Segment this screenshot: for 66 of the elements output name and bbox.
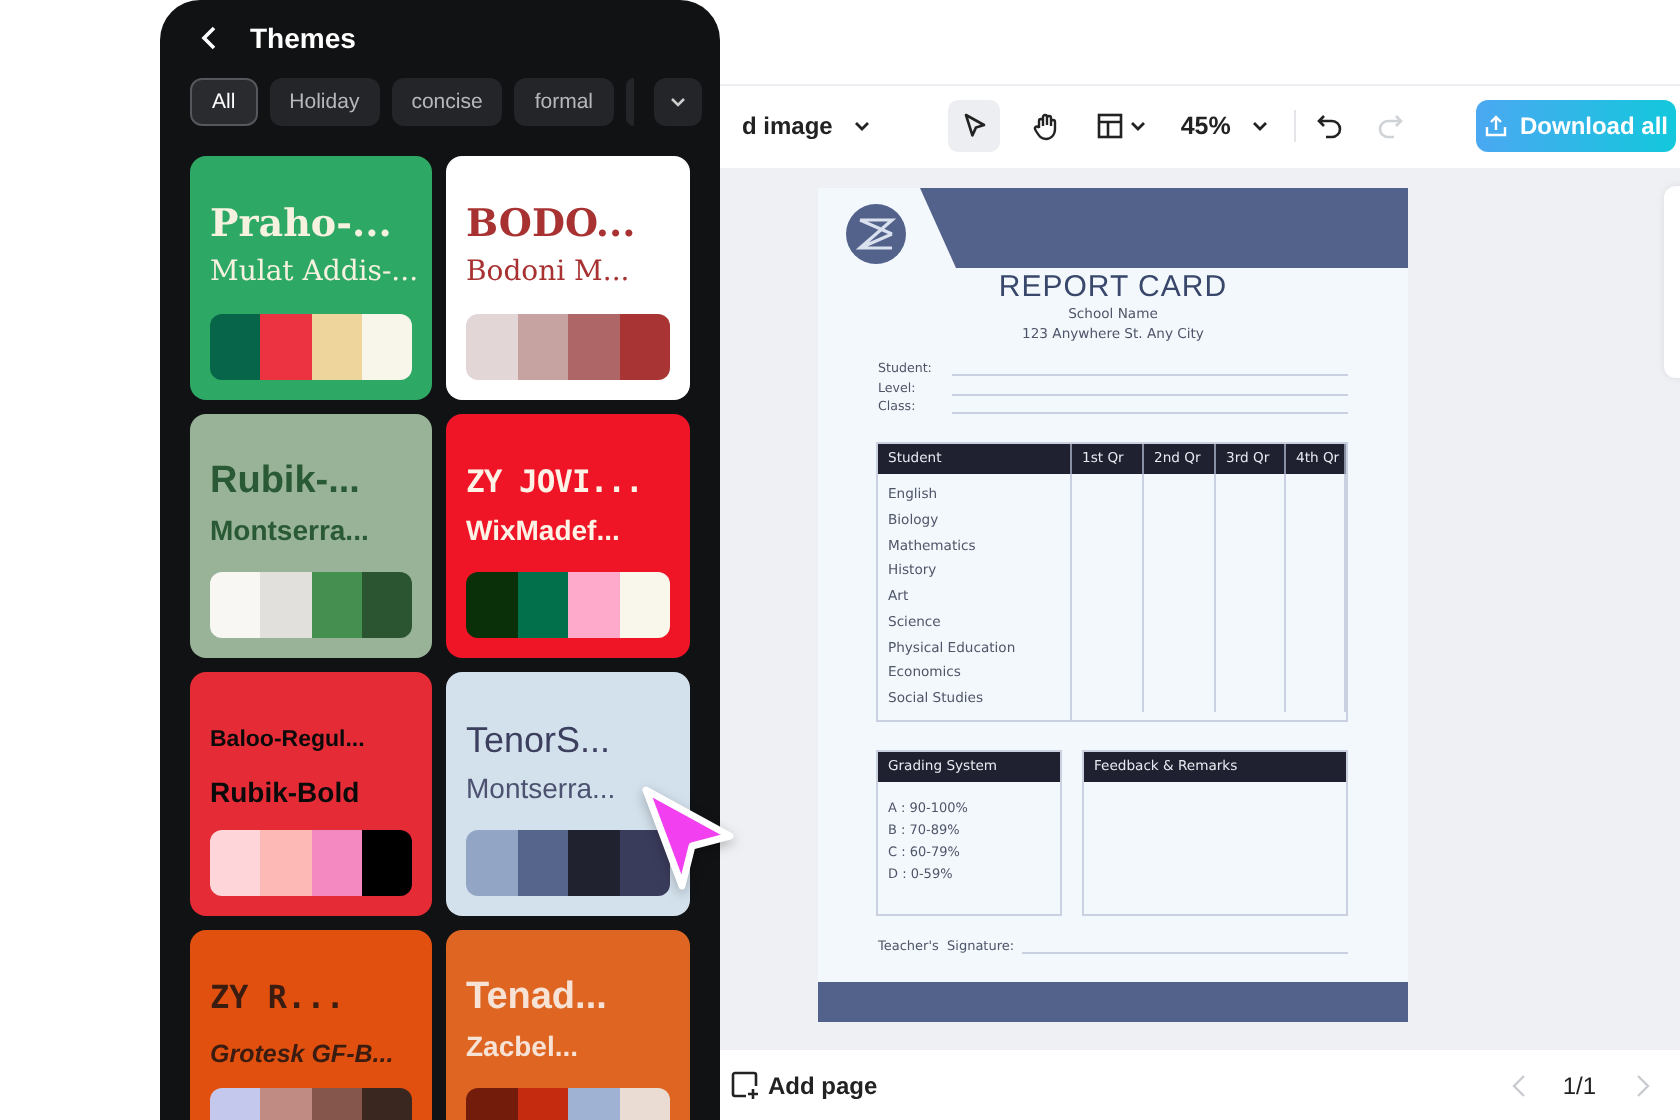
color-swatch[interactable] (466, 314, 517, 380)
color-swatch[interactable] (361, 572, 412, 638)
filter-chip[interactable]: All (190, 78, 258, 126)
theme-font-name: Bodoni M... (466, 254, 632, 292)
filter-chip[interactable]: formal (514, 78, 613, 126)
theme-font-name: Baloo-Regul... (210, 726, 367, 756)
undo-icon[interactable] (1316, 112, 1345, 141)
filter-chip[interactable]: Holiday (269, 78, 380, 126)
theme-font-name: WixMadef... (466, 512, 622, 550)
panel-title: Themes (250, 22, 356, 54)
pointer-tool[interactable] (948, 100, 1001, 153)
upload-icon (1483, 114, 1508, 139)
color-swatch[interactable] (568, 572, 619, 638)
theme-card[interactable]: TenorS... Montserra... (446, 672, 690, 916)
color-swatch[interactable] (619, 314, 670, 380)
previous-page-icon[interactable] (1510, 1073, 1531, 1098)
theme-font-name: ZY R... (210, 976, 347, 1020)
theme-card[interactable]: ZY R... Grotesk GF-B... (190, 930, 432, 1120)
add-page-icon (730, 1070, 760, 1101)
color-swatch[interactable] (260, 314, 311, 380)
zoom-select[interactable]: 45% (1180, 112, 1231, 141)
theme-font-name: ZY JOVI... (466, 462, 645, 504)
theme-font-name: Zacbel... (466, 1028, 581, 1066)
color-swatch[interactable] (466, 572, 517, 638)
color-swatch[interactable] (210, 314, 261, 380)
next-page-icon[interactable] (1632, 1073, 1652, 1098)
theme-card[interactable]: BODO... Bodoni M... (446, 156, 690, 400)
pointer-icon (960, 112, 989, 141)
color-swatch[interactable] (311, 830, 362, 896)
theme-font-name: Rubik-Bold (210, 774, 362, 812)
image-menu[interactable]: d image (742, 112, 833, 141)
theme-font-name: Praho-... (210, 200, 394, 248)
theme-font-name: BODO... (466, 200, 638, 248)
theme-font-name: TenorS... (466, 718, 613, 764)
layout-icon (1096, 112, 1125, 141)
theme-font-name: Grotesk GF-B... (210, 1038, 396, 1072)
color-swatch[interactable] (210, 572, 261, 638)
color-swatch[interactable] (568, 830, 619, 896)
add-page-button[interactable]: Add page (730, 1070, 878, 1101)
color-swatch[interactable] (361, 314, 412, 380)
theme-card[interactable]: ZY JOVI... WixMadef... (446, 414, 690, 658)
theme-font-name: Tenad... (466, 974, 609, 1022)
theme-font-name: Rubik-... (210, 458, 362, 506)
color-swatch[interactable] (311, 572, 362, 638)
theme-card[interactable]: Rubik-... Montserra... (190, 414, 432, 658)
color-swatch[interactable] (466, 830, 517, 896)
theme-font-name: Montserra... (210, 512, 371, 550)
color-swatch[interactable] (517, 830, 568, 896)
color-swatch[interactable] (517, 314, 568, 380)
report-title: REPORT CARD (996, 269, 1230, 304)
theme-font-name: Mulat Addis-... (210, 254, 412, 292)
theme-font-name: Montserra... (466, 770, 618, 808)
filter-chip[interactable]: concise (391, 78, 503, 126)
chevron-down-icon (667, 92, 687, 112)
color-swatch[interactable] (260, 830, 311, 896)
color-swatch[interactable] (517, 572, 568, 638)
color-swatch[interactable] (210, 830, 261, 896)
more-filters-button[interactable] (653, 78, 701, 126)
color-swatch[interactable] (361, 830, 412, 896)
color-swatch[interactable] (260, 572, 311, 638)
color-swatch[interactable] (568, 314, 619, 380)
color-swatch[interactable] (619, 572, 670, 638)
page-counter: 1/1 (1562, 1071, 1596, 1100)
report-card-page[interactable] (818, 187, 1408, 1022)
color-swatch[interactable] (311, 314, 362, 380)
theme-card[interactable]: Baloo-Regul... Rubik-Bold (190, 672, 432, 916)
